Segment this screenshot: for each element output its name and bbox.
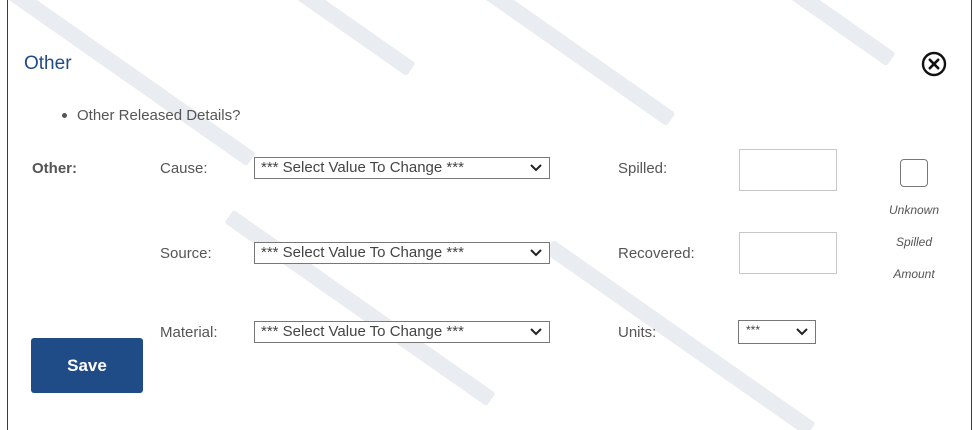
unknown-spilled-label-line1: Unknown	[888, 203, 940, 217]
source-select-value: *** Select Value To Change ***	[261, 244, 464, 261]
material-label: Material:	[160, 324, 218, 341]
spilled-label: Spilled:	[618, 160, 668, 177]
dialog-title: Other	[24, 53, 72, 74]
cause-select[interactable]: *** Select Value To Change ***	[254, 157, 550, 179]
bullet-icon	[62, 113, 67, 118]
units-label: Units:	[618, 324, 657, 341]
other-dialog: Other Other Released Details? Other: Cau…	[7, 0, 972, 430]
units-select[interactable]: ***	[738, 320, 816, 344]
recovered-input[interactable]	[739, 232, 837, 274]
unknown-spilled-label-line2: Spilled	[895, 235, 933, 249]
cause-label: Cause:	[160, 160, 208, 177]
source-label: Source:	[160, 245, 212, 262]
question-item: Other Released Details?	[62, 107, 240, 124]
unknown-spilled-checkbox[interactable]	[900, 159, 928, 187]
close-button[interactable]	[920, 50, 948, 78]
chevron-down-icon	[530, 164, 542, 172]
source-select[interactable]: *** Select Value To Change ***	[254, 242, 550, 264]
question-text: Other Released Details?	[77, 107, 241, 124]
recovered-label: Recovered:	[618, 245, 695, 262]
save-button[interactable]: Save	[31, 338, 143, 393]
close-circle-icon	[921, 51, 947, 77]
section-label: Other:	[32, 160, 77, 177]
cause-select-value: *** Select Value To Change ***	[261, 159, 464, 176]
chevron-down-icon	[796, 328, 808, 336]
material-select[interactable]: *** Select Value To Change ***	[254, 321, 550, 343]
material-select-value: *** Select Value To Change ***	[261, 323, 464, 340]
spilled-input[interactable]	[739, 149, 837, 191]
chevron-down-icon	[530, 249, 542, 257]
units-select-value: ***	[746, 323, 761, 337]
chevron-down-icon	[530, 328, 542, 336]
unknown-spilled-label-line3: Amount	[893, 267, 935, 281]
